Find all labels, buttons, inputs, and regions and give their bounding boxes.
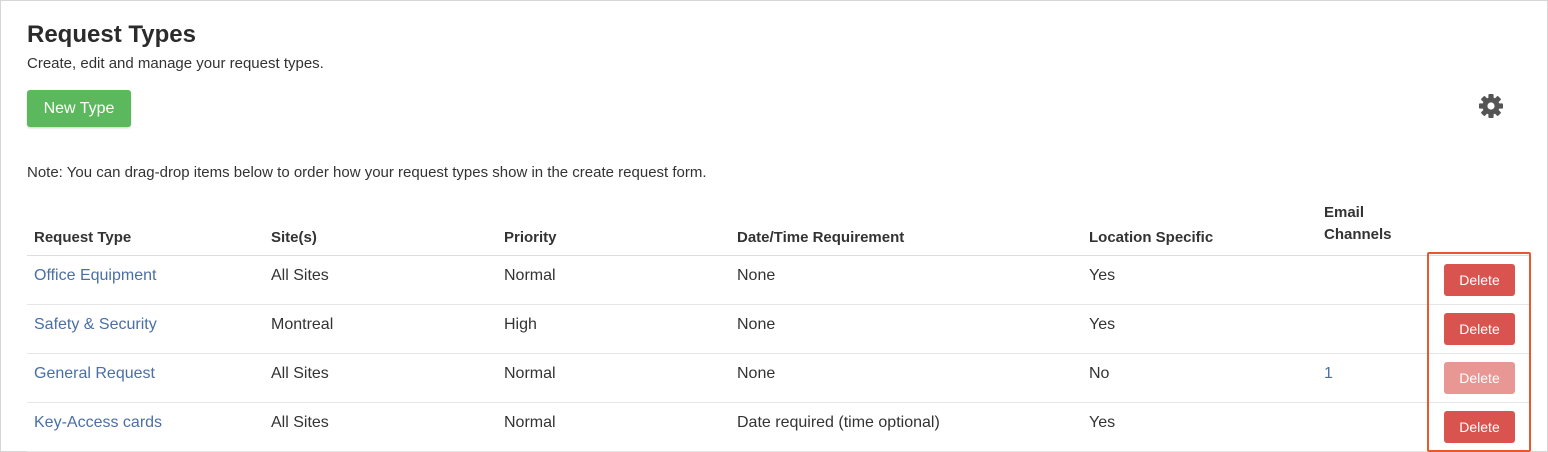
column-header-email-channels[interactable]: Email Channels (1324, 202, 1392, 246)
column-header-request-type[interactable]: Request Type (34, 229, 131, 246)
location-cell: Yes (1089, 267, 1116, 284)
datetime-cell: None (737, 316, 776, 333)
request-type-link[interactable]: Office Equipment (34, 256, 156, 304)
table-row[interactable]: Safety & Security Montreal High None Yes… (27, 305, 1531, 354)
column-header-datetime[interactable]: Date/Time Requirement (737, 229, 904, 246)
column-header-priority[interactable]: Priority (504, 229, 557, 246)
table-row[interactable]: Office Equipment All Sites Normal None Y… (27, 256, 1531, 305)
sites-cell: Montreal (271, 316, 334, 333)
priority-cell: Normal (504, 365, 556, 382)
priority-cell: High (504, 316, 537, 333)
datetime-cell: None (737, 365, 776, 382)
request-type-link[interactable]: Safety & Security (34, 305, 157, 353)
table-row[interactable]: General Request All Sites Normal None No… (27, 354, 1531, 403)
request-type-link[interactable]: General Request (34, 354, 155, 402)
column-header-location[interactable]: Location Specific (1089, 229, 1213, 246)
delete-button[interactable]: Delete (1444, 264, 1515, 296)
sites-cell: All Sites (271, 414, 329, 431)
gear-icon[interactable] (1477, 92, 1505, 120)
page-title: Request Types (27, 21, 196, 48)
sites-cell: All Sites (271, 365, 329, 382)
datetime-cell: Date required (time optional) (737, 414, 940, 431)
column-header-email-line2: Channels (1324, 226, 1392, 243)
email-channels-link[interactable]: 1 (1324, 354, 1333, 402)
new-type-button[interactable]: New Type (27, 90, 131, 127)
delete-button-disabled: Delete (1444, 362, 1515, 394)
datetime-cell: None (737, 267, 776, 284)
location-cell: Yes (1089, 414, 1116, 431)
table-row[interactable]: Key-Access cards All Sites Normal Date r… (27, 403, 1531, 452)
priority-cell: Normal (504, 267, 556, 284)
column-header-sites[interactable]: Site(s) (271, 229, 317, 246)
sites-cell: All Sites (271, 267, 329, 284)
table-header: Request Type Site(s) Priority Date/Time … (27, 197, 1531, 256)
delete-button[interactable]: Delete (1444, 313, 1515, 345)
drag-drop-note: Note: You can drag-drop items below to o… (27, 164, 707, 181)
priority-cell: Normal (504, 414, 556, 431)
location-cell: No (1089, 365, 1110, 382)
page-frame: Request Types Create, edit and manage yo… (0, 0, 1548, 452)
request-types-table: Request Type Site(s) Priority Date/Time … (27, 197, 1531, 452)
request-type-link[interactable]: Key-Access cards (34, 403, 162, 451)
delete-button[interactable]: Delete (1444, 411, 1515, 443)
page-subtitle: Create, edit and manage your request typ… (27, 55, 324, 72)
location-cell: Yes (1089, 316, 1116, 333)
column-header-email-line1: Email (1324, 204, 1365, 221)
